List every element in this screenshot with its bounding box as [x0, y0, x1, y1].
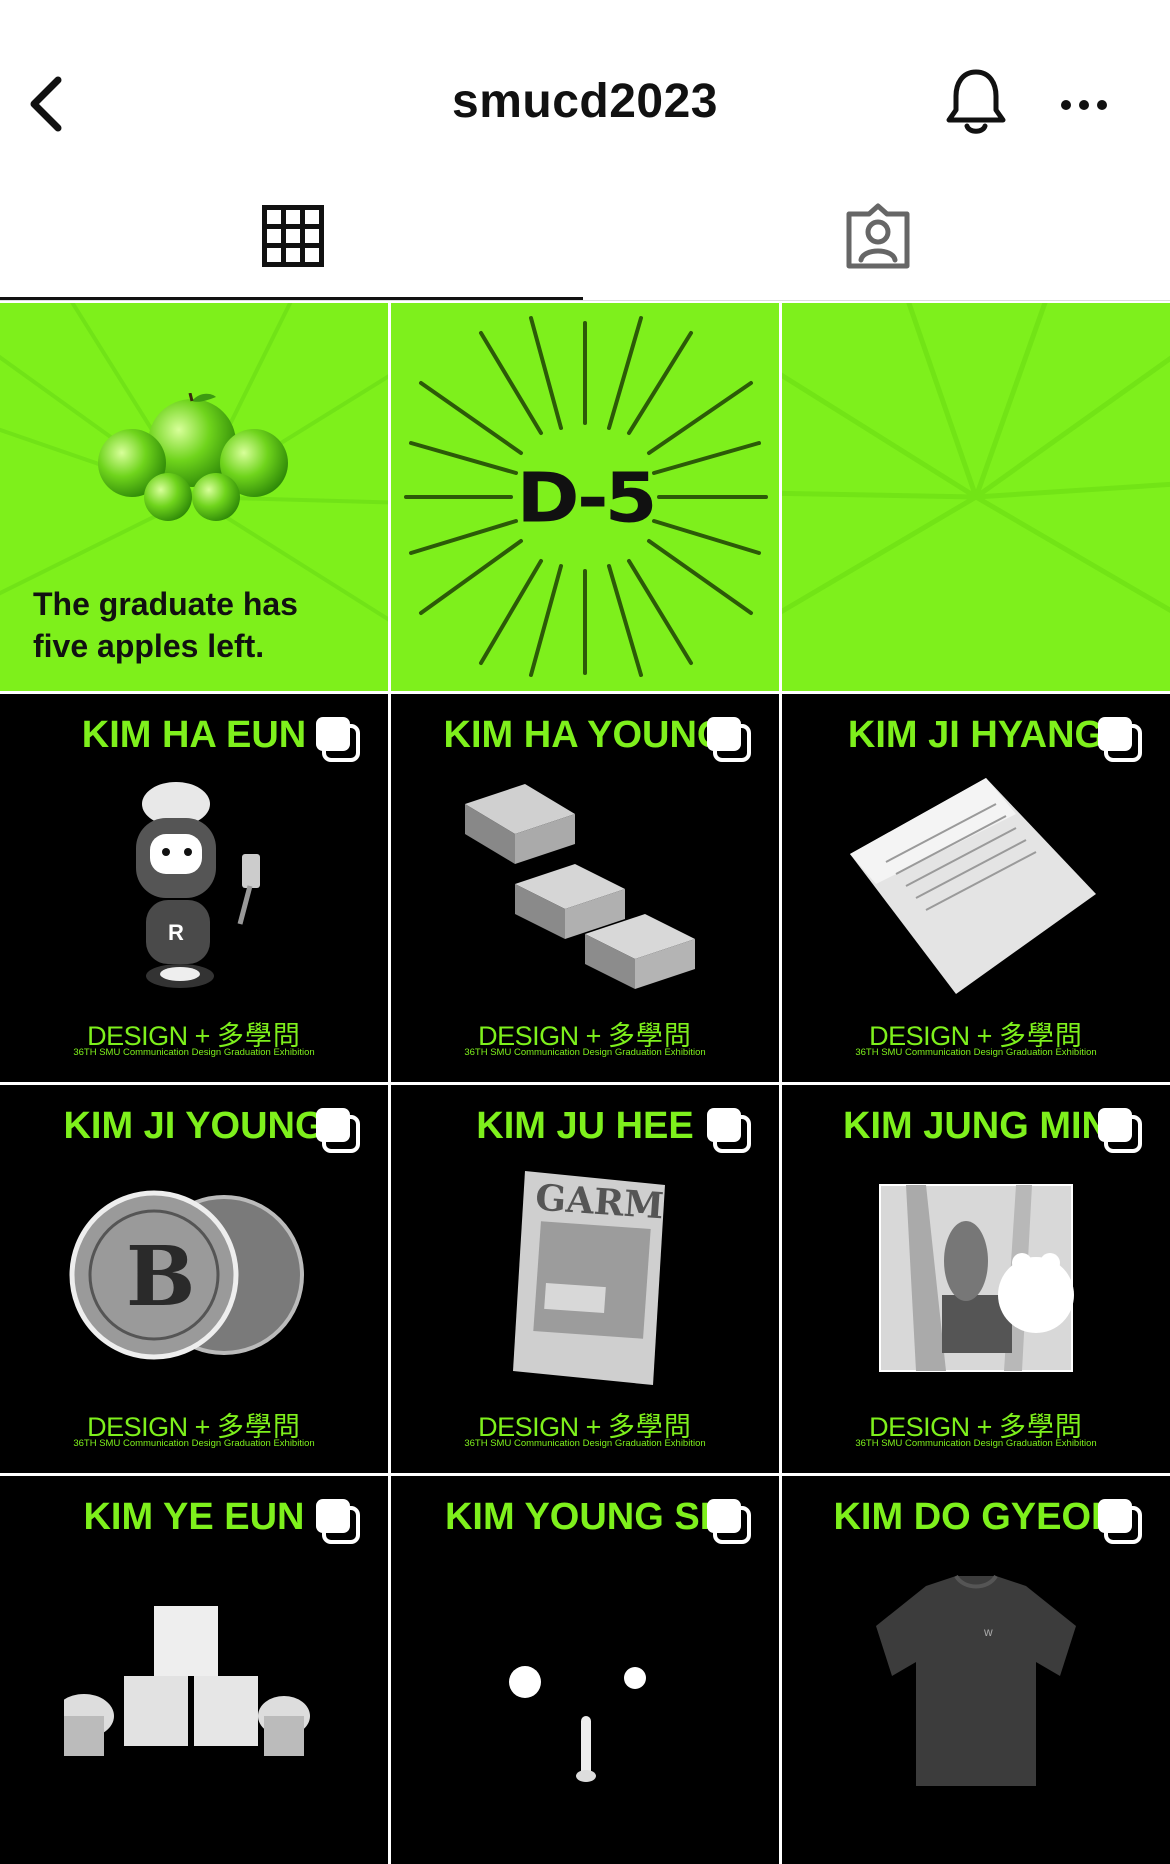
modular-device-image: [465, 784, 695, 989]
svg-text:GARM: GARM: [534, 1177, 665, 1228]
tab-tagged[interactable]: [585, 190, 1170, 302]
post-teaser-apples[interactable]: The graduate has five apples left.: [0, 303, 388, 691]
bell-icon: [946, 69, 1006, 134]
more-horizontal-icon: [1061, 100, 1107, 110]
exhibition-label: 36TH SMU Communication Design Graduation…: [855, 1047, 1097, 1058]
svg-text:w: w: [983, 1625, 993, 1639]
carousel-icon: [316, 717, 360, 762]
exhibition-label: 36TH SMU Communication Design Graduation…: [464, 1047, 706, 1058]
paper-form-image: [850, 778, 1096, 994]
exhibition-label: 36TH SMU Communication Design Graduation…: [855, 1438, 1097, 1449]
caption-line-2: five apples left.: [33, 628, 265, 664]
tagged-user-icon: [846, 203, 910, 269]
caption-line-1: The graduate has: [33, 586, 298, 622]
bitcoin-coins-image: B: [69, 1190, 304, 1360]
post-student-kim-ji-young[interactable]: KIM JI YOUNG B DESIGN + 多學問 36TH SMU Com…: [0, 1085, 388, 1473]
cupcake-boxes-image: [64, 1606, 310, 1756]
post-student-kim-ye-eun[interactable]: KIM YE EUN: [0, 1476, 388, 1864]
profile-header: smucd2023: [0, 0, 1170, 190]
night-bird-image: [509, 1666, 646, 1782]
post-student-kim-do-gyeon[interactable]: KIM DO GYEON w: [782, 1476, 1170, 1864]
carousel-icon: [1098, 717, 1142, 762]
svg-text:R: R: [168, 920, 184, 945]
carousel-icon: [707, 1108, 751, 1153]
carousel-icon: [707, 1499, 751, 1544]
post-student-kim-ha-young[interactable]: KIM HA YOUNG DESIGN + 多學問 36TH SMU Commu…: [391, 694, 779, 1082]
exhibition-label: 36TH SMU Communication Design Graduation…: [73, 1047, 315, 1058]
more-options-button[interactable]: [1058, 88, 1110, 122]
post-teaser-burst[interactable]: [782, 303, 1170, 691]
grid-icon: [262, 205, 324, 267]
post-student-kim-ji-hyang[interactable]: KIM JI HYANG DESIGN + 多學問 36TH SMU Commu…: [782, 694, 1170, 1082]
post-caption: The graduate has five apples left.: [33, 583, 363, 667]
svg-text:B: B: [126, 1229, 195, 1325]
post-student-kim-jung-min[interactable]: KIM JUNG MIN DESIGN + 多學問 36TH SMU Commu…: [782, 1085, 1170, 1473]
posts-grid: The graduate has five apples left. D-5 K…: [0, 303, 1170, 1864]
countdown-text: D-5: [516, 457, 658, 538]
post-student-kim-young-se[interactable]: KIM YOUNG SE: [391, 1476, 779, 1864]
chef-robot-image: R: [136, 782, 260, 988]
notifications-button[interactable]: [944, 66, 1008, 138]
illustration-bear-image: [879, 1184, 1074, 1372]
post-teaser-countdown[interactable]: D-5: [391, 303, 779, 691]
tabs-divider: [0, 300, 1170, 301]
exhibition-label: 36TH SMU Communication Design Graduation…: [73, 1438, 315, 1449]
t-shirt-image: w: [876, 1574, 1076, 1786]
garm-magazine-image: GARM: [513, 1171, 665, 1385]
exhibition-label: 36TH SMU Communication Design Graduation…: [464, 1438, 706, 1449]
carousel-icon: [1098, 1499, 1142, 1544]
green-apples-image: [98, 393, 288, 521]
carousel-icon: [316, 1108, 360, 1153]
carousel-icon: [707, 717, 751, 762]
carousel-icon: [1098, 1108, 1142, 1153]
tab-grid[interactable]: [0, 190, 585, 302]
post-student-kim-ju-hee[interactable]: KIM JU HEE GARM DESIGN + 多學問 36TH SMU Co…: [391, 1085, 779, 1473]
carousel-icon: [316, 1499, 360, 1544]
green-burst-image: [782, 303, 1170, 691]
profile-tabs: [0, 190, 1170, 302]
post-student-kim-ha-eun[interactable]: KIM HA EUN R DESIGN + 多學問 36TH SMU Commu…: [0, 694, 388, 1082]
